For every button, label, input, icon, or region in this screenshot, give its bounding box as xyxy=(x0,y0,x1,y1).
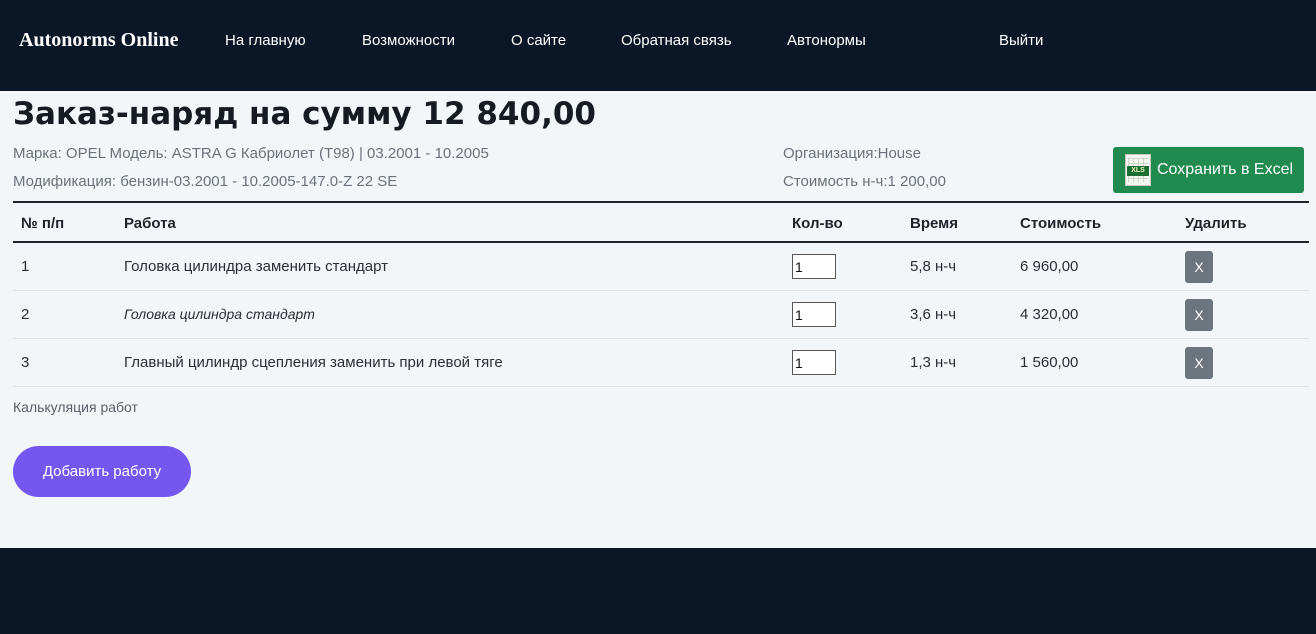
car-model-info: Марка: OPEL Модель: ASTRA G Кабриолет (T… xyxy=(13,145,489,162)
header-cost: Стоимость xyxy=(1020,215,1102,232)
delete-row-button[interactable]: X xyxy=(1185,299,1213,331)
excel-file-icon: XLS xyxy=(1125,154,1151,186)
row-work: Головка цилиндра заменить стандарт xyxy=(124,258,388,275)
row-time: 1,3 н-ч xyxy=(910,354,957,371)
table-row: 1 Головка цилиндра заменить стандарт 5,8… xyxy=(13,243,1309,291)
header-time: Время xyxy=(910,215,958,232)
site-logo[interactable]: Autonorms Online xyxy=(19,29,178,52)
header-num: № п/п xyxy=(21,215,65,232)
delete-row-button[interactable]: X xyxy=(1185,347,1213,379)
header-delete: Удалить xyxy=(1185,215,1247,232)
works-table: № п/п Работа Кол-во Время Стоимость Удал… xyxy=(13,201,1309,387)
nav-feedback[interactable]: Обратная связь xyxy=(621,32,732,49)
nav-autonorms[interactable]: Автонормы xyxy=(787,32,866,49)
row-time: 3,6 н-ч xyxy=(910,306,957,323)
row-time: 5,8 н-ч xyxy=(910,258,957,275)
table-row: 3 Главный цилиндр сцепления заменить при… xyxy=(13,339,1309,387)
row-num: 2 xyxy=(21,306,30,323)
save-excel-label: Сохранить в Excel xyxy=(1157,161,1294,178)
quantity-input[interactable] xyxy=(792,302,836,327)
nav-home[interactable]: На главную xyxy=(225,32,306,49)
nav-about[interactable]: О сайте xyxy=(511,32,566,49)
page-title: Заказ-наряд на сумму 12 840,00 xyxy=(13,96,596,132)
row-num: 1 xyxy=(21,258,30,275)
row-cost: 1 560,00 xyxy=(1020,354,1079,371)
header-work: Работа xyxy=(124,215,176,232)
quantity-input[interactable] xyxy=(792,350,836,375)
delete-row-button[interactable]: X xyxy=(1185,251,1213,283)
nav-logout[interactable]: Выйти xyxy=(999,32,1043,49)
row-work: Главный цилиндр сцепления заменить при л… xyxy=(124,354,503,371)
row-cost: 4 320,00 xyxy=(1020,306,1079,323)
top-navbar: Autonorms Online На главную Возможности … xyxy=(0,0,1316,91)
organization-info: Организация:House xyxy=(783,145,921,162)
row-cost: 6 960,00 xyxy=(1020,258,1079,275)
header-qty: Кол-во xyxy=(792,215,843,232)
row-num: 3 xyxy=(21,354,30,371)
hour-rate-info: Стоимость н-ч:1 200,00 xyxy=(783,173,946,190)
add-work-button[interactable]: Добавить работу xyxy=(13,446,191,497)
row-work: Головка цилиндра стандарт xyxy=(124,306,315,322)
calculation-link[interactable]: Калькуляция работ xyxy=(13,399,138,415)
nav-features[interactable]: Возможности xyxy=(362,32,455,49)
car-modification-info: Модификация: бензин-03.2001 - 10.2005-14… xyxy=(13,173,398,190)
save-excel-button[interactable]: XLS Сохранить в Excel xyxy=(1113,147,1304,193)
table-header: № п/п Работа Кол-во Время Стоимость Удал… xyxy=(13,201,1309,243)
table-row: 2 Головка цилиндра стандарт 3,6 н-ч 4 32… xyxy=(13,291,1309,339)
main-content: Заказ-наряд на сумму 12 840,00 Марка: OP… xyxy=(0,91,1316,548)
quantity-input[interactable] xyxy=(792,254,836,279)
